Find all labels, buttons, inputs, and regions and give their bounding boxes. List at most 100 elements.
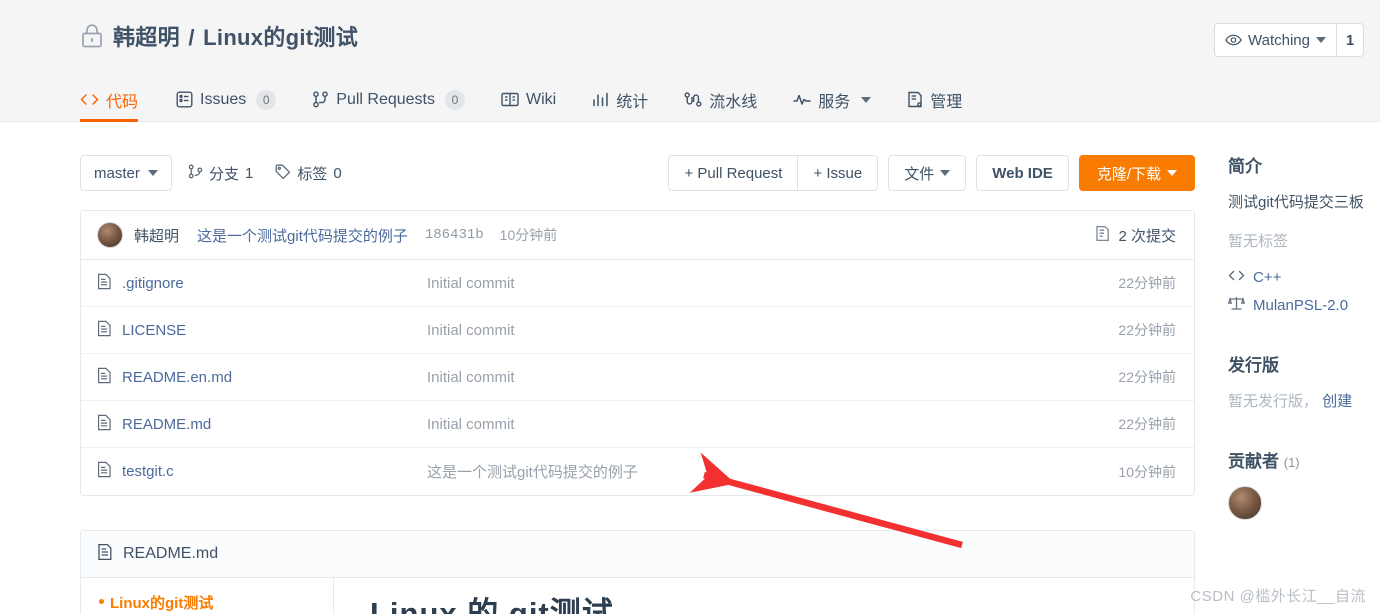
file-commit-message[interactable]: 这是一个测试git代码提交的例子 [427, 461, 1118, 482]
branches-link[interactable]: 分支 1 [188, 163, 253, 184]
toolbar-actions: + Pull Request + Issue 文件 Web IDE 克隆/下载 [668, 155, 1195, 191]
avatar[interactable] [97, 222, 123, 248]
intro-heading: 简介 [1228, 157, 1262, 176]
toc-link[interactable]: Linux的git测试 [99, 592, 333, 613]
code-icon [1228, 269, 1245, 286]
file-link[interactable]: README.en.md [97, 367, 427, 388]
tab-manage[interactable]: 管理 [889, 77, 980, 122]
chevron-down-icon [940, 170, 951, 176]
commits-icon [1095, 225, 1111, 246]
tab-pull-requests[interactable]: Pull Requests 0 [294, 77, 483, 122]
tab-pipeline[interactable]: 流水线 [666, 77, 775, 122]
chevron-down-icon [1316, 37, 1326, 43]
readme-toc: Linux的git测试 [81, 578, 334, 614]
commit-author[interactable]: 韩超明 [134, 225, 179, 246]
repo-description: 测试git代码提交三板 [1228, 194, 1364, 211]
watch-label: Watching [1248, 31, 1310, 49]
file-link[interactable]: LICENSE [97, 320, 427, 341]
tags-link[interactable]: 标签 0 [275, 163, 342, 184]
release-heading: 发行版 [1228, 356, 1279, 375]
repo-toolbar: master 分支 1 标签 0 + Pull Request + Issue … [80, 155, 1195, 193]
tab-label: Wiki [525, 90, 557, 108]
tag-icon [275, 164, 291, 183]
language-row[interactable]: C++ [1228, 269, 1380, 286]
tab-wiki[interactable]: Wiki [483, 77, 574, 122]
file-commit-message[interactable]: Initial commit [427, 322, 1118, 339]
watch-button[interactable]: Watching [1215, 24, 1337, 56]
file-commit-message[interactable]: Initial commit [427, 416, 1118, 433]
license-row[interactable]: MulanPSL-2.0 [1227, 295, 1380, 315]
contributors-section: 贡献者 (1) [1228, 447, 1380, 520]
chevron-down-icon [1167, 170, 1177, 176]
contributor-avatars [1228, 486, 1380, 520]
main-content: master 分支 1 标签 0 + Pull Request + Issue … [0, 122, 1380, 614]
file-commit-message[interactable]: Initial commit [427, 275, 1118, 292]
table-row[interactable]: .gitignore Initial commit 22分钟前 [81, 260, 1194, 307]
readme-title: README.md [123, 545, 219, 562]
file-link[interactable]: .gitignore [97, 273, 427, 294]
file-name: .gitignore [122, 274, 184, 292]
tab-issues[interactable]: Issues 0 [158, 77, 294, 122]
readme-heading: Linux 的 git测试 [370, 596, 614, 614]
tab-code[interactable]: 代码 [80, 77, 158, 122]
tab-statistics[interactable]: 统计 [574, 77, 666, 122]
clone-download-button[interactable]: 克隆/下载 [1078, 155, 1195, 191]
file-icon [97, 273, 112, 294]
bullet-icon [99, 599, 104, 604]
tab-services[interactable]: 服务 [775, 77, 889, 122]
table-row[interactable]: README.en.md Initial commit 22分钟前 [81, 354, 1194, 401]
file-link[interactable]: testgit.c [97, 461, 427, 482]
tab-label: 管理 [930, 93, 963, 111]
commit-message[interactable]: 这是一个测试git代码提交的例子 [197, 225, 408, 246]
language-label: C++ [1253, 269, 1282, 286]
pr-count-badge: 0 [444, 89, 465, 110]
file-link[interactable]: README.md [97, 414, 427, 435]
commit-sha[interactable]: 186431b [425, 227, 484, 243]
file-icon [97, 367, 112, 388]
repo-name[interactable]: Linux的git测试 [203, 25, 358, 50]
branch-icon [188, 164, 203, 183]
readme-panel: README.md Linux的git测试 Linux 的 git测试 [80, 530, 1195, 614]
file-commit-time: 22分钟前 [1118, 322, 1176, 338]
breadcrumb-separator: / [188, 25, 195, 50]
eye-icon [1225, 34, 1242, 46]
file-icon [97, 414, 112, 435]
license-label: MulanPSL-2.0 [1253, 296, 1349, 314]
readme-icon [97, 543, 113, 566]
contributors-heading-label: 贡献者 [1228, 452, 1279, 471]
file-commit-time: 22分钟前 [1118, 275, 1176, 291]
readme-header: README.md [81, 531, 1194, 578]
avatar[interactable] [1228, 486, 1262, 520]
table-row[interactable]: README.md Initial commit 22分钟前 [81, 401, 1194, 448]
release-empty-label: 暂无发行版， [1228, 393, 1319, 410]
release-empty-text: 暂无发行版， 创建 [1228, 390, 1380, 411]
readme-content: Linux的git测试 Linux 的 git测试 [81, 578, 1194, 614]
branch-tag-meta: 分支 1 标签 0 [188, 155, 342, 191]
file-commit-time: 22分钟前 [1118, 369, 1176, 385]
readme-rendered-markdown: Linux 的 git测试 [334, 578, 1194, 614]
file-name: testgit.c [122, 463, 174, 480]
web-ide-button[interactable]: Web IDE [976, 155, 1069, 191]
wiki-icon [501, 92, 519, 107]
files-menu-button[interactable]: 文件 [888, 155, 967, 191]
stats-icon [592, 92, 609, 107]
file-commit-time: 22分钟前 [1118, 416, 1176, 432]
commits-count-link[interactable]: 2 次提交 [1095, 225, 1176, 246]
service-icon [793, 93, 811, 106]
new-pull-request-button[interactable]: + Pull Request [668, 155, 799, 191]
file-name: README.en.md [122, 368, 233, 386]
pr-icon [312, 91, 329, 108]
file-commit-message[interactable]: Initial commit [427, 369, 1118, 386]
branches-count: 1 [245, 164, 254, 182]
create-release-link[interactable]: 创建 [1322, 393, 1352, 410]
table-row[interactable]: LICENSE Initial commit 22分钟前 [81, 307, 1194, 354]
repo-owner[interactable]: 韩超明 [113, 25, 180, 50]
new-issue-button[interactable]: + Issue [798, 155, 879, 191]
manage-icon [907, 91, 923, 108]
table-row[interactable]: testgit.c 这是一个测试git代码提交的例子 10分钟前 [81, 448, 1194, 495]
branch-selector[interactable]: master [80, 155, 172, 191]
watch-control[interactable]: Watching 1 [1214, 23, 1364, 57]
contributors-count: (1) [1283, 455, 1300, 470]
watch-count[interactable]: 1 [1337, 24, 1363, 56]
branch-selector-label: master [94, 164, 140, 182]
